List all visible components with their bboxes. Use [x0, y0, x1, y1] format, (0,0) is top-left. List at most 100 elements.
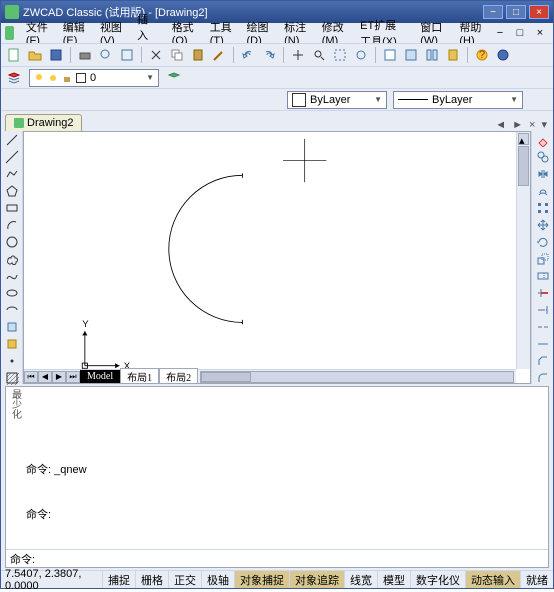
save-icon[interactable] — [47, 46, 65, 64]
print-icon[interactable] — [76, 46, 94, 64]
pan-icon[interactable] — [289, 46, 307, 64]
polyline-icon[interactable] — [3, 167, 21, 181]
circle-icon[interactable] — [3, 235, 21, 249]
coordinates[interactable]: 7.5407, 2.3807, 0.0000 — [1, 568, 102, 592]
info-icon[interactable] — [494, 46, 512, 64]
ellipsearc-icon[interactable] — [3, 303, 21, 317]
paste-icon[interactable] — [189, 46, 207, 64]
designcenter-icon[interactable] — [402, 46, 420, 64]
join-icon[interactable] — [534, 337, 552, 351]
break-icon[interactable] — [534, 320, 552, 334]
xline-icon[interactable] — [3, 150, 21, 164]
tab-next-icon[interactable]: ► — [510, 119, 525, 131]
ortho-toggle[interactable]: 正交 — [168, 571, 201, 588]
new-icon[interactable] — [5, 46, 23, 64]
lwt-toggle[interactable]: 线宽 — [344, 571, 377, 588]
insert-icon[interactable] — [3, 320, 21, 334]
lock-icon — [62, 73, 72, 83]
redo-icon[interactable] — [260, 46, 278, 64]
help-icon[interactable]: ? — [473, 46, 491, 64]
mdi-minimize-button[interactable]: − — [491, 24, 509, 42]
grid-toggle[interactable]: 栅格 — [135, 571, 168, 588]
toolpalette-icon[interactable] — [423, 46, 441, 64]
mirror-icon[interactable] — [534, 167, 552, 181]
layout2-tab[interactable]: 布局2 — [159, 368, 198, 384]
command-input-row: 命令: — [6, 549, 548, 567]
hatch-icon[interactable] — [3, 371, 21, 385]
line-icon[interactable] — [3, 133, 21, 147]
polygon-icon[interactable] — [3, 184, 21, 198]
revcloud-icon[interactable] — [3, 252, 21, 266]
erase-icon[interactable] — [534, 133, 552, 147]
zoom-prev-icon[interactable] — [352, 46, 370, 64]
zoom-win-icon[interactable] — [331, 46, 349, 64]
chamfer-icon[interactable] — [534, 354, 552, 368]
layout1-tab[interactable]: 布局1 — [120, 368, 159, 384]
tablet-toggle[interactable]: 数字化仪 — [410, 571, 465, 588]
zoom-rt-icon[interactable] — [310, 46, 328, 64]
tab-close-icon[interactable]: × — [527, 119, 537, 131]
array-icon[interactable] — [534, 201, 552, 215]
vertical-scrollbar[interactable]: ▴ — [516, 132, 530, 369]
fillet-icon[interactable] — [534, 371, 552, 385]
extend-icon[interactable] — [534, 303, 552, 317]
ellipse-icon[interactable] — [3, 286, 21, 300]
snap-toggle[interactable]: 捕捉 — [102, 571, 135, 588]
undo-icon[interactable] — [239, 46, 257, 64]
move-icon[interactable] — [534, 218, 552, 232]
mdi-close-button[interactable]: × — [531, 24, 549, 42]
layer-dropdown[interactable]: 0 ▼ — [29, 69, 159, 87]
publish-icon[interactable] — [118, 46, 136, 64]
drawing-canvas[interactable]: X Y ▴ ⏮ ◀ ▶ ⏭ Model 布局1 布局2 — [23, 131, 531, 384]
command-history[interactable]: 最少化 命令: _qnew 命令: 命令: _line 线的起始点: 角度(A)… — [6, 387, 548, 549]
tab-last-icon[interactable]: ⏭ — [66, 371, 80, 383]
polar-toggle[interactable]: 极轴 — [201, 571, 234, 588]
maximize-button[interactable]: □ — [506, 5, 526, 19]
cut-icon[interactable] — [147, 46, 165, 64]
close-button[interactable]: × — [529, 5, 549, 19]
mdi-restore-button[interactable]: □ — [511, 24, 529, 42]
dyn-toggle[interactable]: 动态输入 — [465, 571, 520, 588]
workarea: A — [1, 131, 553, 384]
app-icon — [5, 5, 19, 19]
color-dropdown[interactable]: ByLayer ▼ — [287, 91, 387, 109]
linetype-dropdown[interactable]: ByLayer ▼ — [393, 91, 523, 109]
doc-tab[interactable]: Drawing2 — [5, 114, 82, 131]
stretch-icon[interactable] — [534, 269, 552, 283]
tab-prev-icon[interactable]: ◀ — [38, 371, 52, 383]
layer-manager-icon[interactable] — [5, 69, 23, 87]
tab-first-icon[interactable]: ⏮ — [24, 371, 38, 383]
osnap-toggle[interactable]: 对象捕捉 — [234, 571, 289, 588]
open-icon[interactable] — [26, 46, 44, 64]
color-value: ByLayer — [310, 94, 350, 106]
point-icon[interactable] — [3, 354, 21, 368]
command-input[interactable] — [39, 553, 544, 565]
separator — [141, 47, 142, 63]
separator — [467, 47, 468, 63]
otrack-toggle[interactable]: 对象追踪 — [289, 571, 344, 588]
horizontal-scrollbar[interactable] — [200, 371, 514, 383]
copy2-icon[interactable] — [534, 150, 552, 164]
arc-icon[interactable] — [3, 218, 21, 232]
ucs-y-label: Y — [82, 319, 89, 330]
chevron-down-icon: ▼ — [510, 95, 518, 104]
calc-icon[interactable] — [444, 46, 462, 64]
props-icon[interactable] — [381, 46, 399, 64]
preview-icon[interactable] — [97, 46, 115, 64]
rotate-icon[interactable] — [534, 235, 552, 249]
offset-icon[interactable] — [534, 184, 552, 198]
model-toggle[interactable]: 模型 — [377, 571, 410, 588]
spline-icon[interactable] — [3, 269, 21, 283]
match-icon[interactable] — [210, 46, 228, 64]
block-icon[interactable] — [3, 337, 21, 351]
tab-next-icon[interactable]: ▶ — [52, 371, 66, 383]
tab-menu-icon[interactable]: ▾ — [539, 118, 549, 131]
copy-icon[interactable] — [168, 46, 186, 64]
color-swatch — [292, 93, 306, 107]
rectangle-icon[interactable] — [3, 201, 21, 215]
model-tab[interactable]: Model — [80, 370, 120, 383]
tab-prev-icon[interactable]: ◄ — [493, 119, 508, 131]
trim-icon[interactable] — [534, 286, 552, 300]
layer-prev-icon[interactable] — [165, 69, 183, 87]
scale-icon[interactable] — [534, 252, 552, 266]
